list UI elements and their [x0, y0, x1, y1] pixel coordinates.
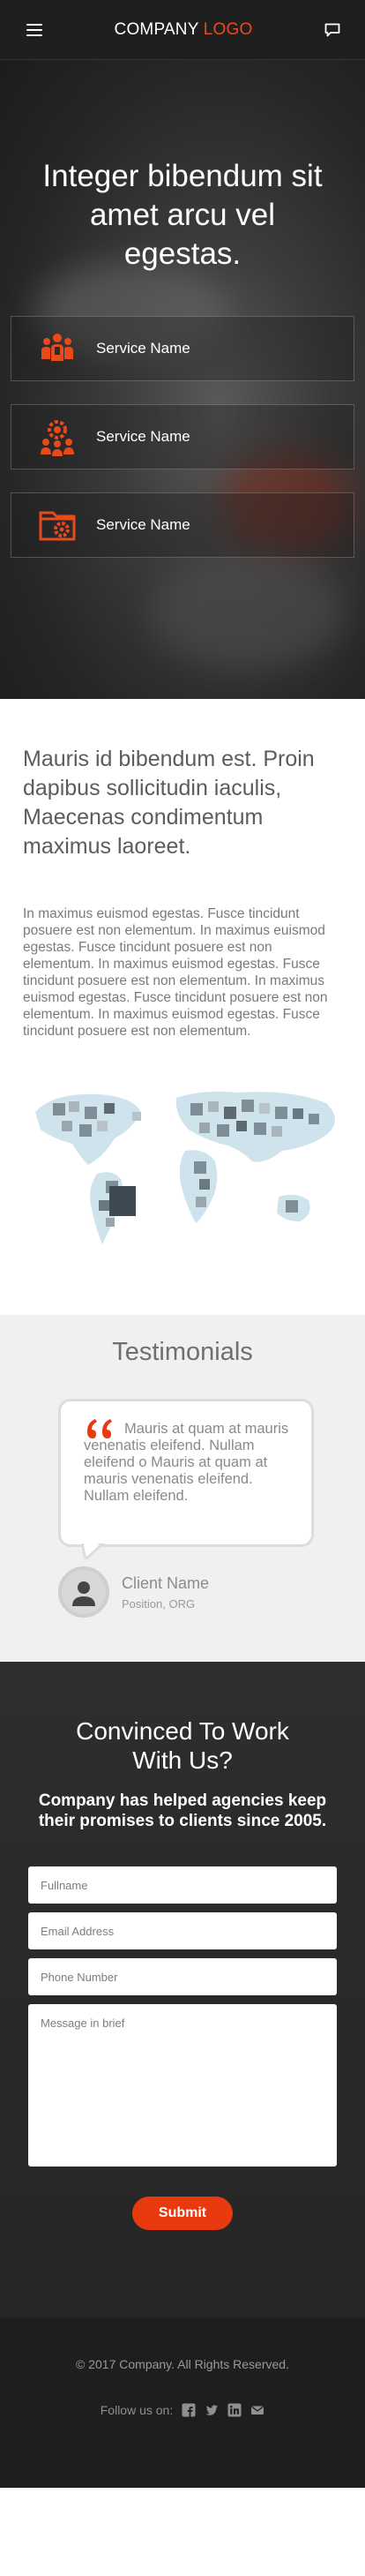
- testimonial-bubble: Mauris at quam at mauris venenatis eleif…: [58, 1399, 314, 1559]
- logo-main-text: COMPANY: [114, 19, 199, 39]
- world-map-image: [0, 1077, 365, 1262]
- logo-accent-text: LOGO: [203, 19, 253, 39]
- client-position: Position, ORG: [122, 1596, 196, 1611]
- contact-title: Convinced To Work With Us?: [76, 1717, 289, 1774]
- email-input[interactable]: [28, 1912, 337, 1949]
- phone-input[interactable]: [28, 1958, 337, 1995]
- fullname-input[interactable]: [28, 1866, 337, 1904]
- world-map-collage: [35, 1091, 335, 1244]
- intro-section: Mauris id bibendum est. Proin dapibus so…: [0, 699, 365, 1040]
- intro-heading: Mauris id bibendum est. Proin dapibus so…: [23, 747, 315, 859]
- testimonials-title: Testimonials: [112, 1338, 253, 1366]
- person-icon: [72, 1581, 95, 1606]
- bubble-tail: [82, 1543, 106, 1559]
- twitter-icon[interactable]: [205, 2403, 219, 2417]
- hero-title: Integer bibendum sit amet arcu vel egest…: [42, 159, 323, 271]
- service-card-1[interactable]: Service Name: [11, 316, 354, 381]
- message-input[interactable]: [28, 2004, 337, 2167]
- quote-icon: [87, 1419, 112, 1438]
- map-photo-highlight: [109, 1186, 136, 1216]
- intro-body: In maximus euismod egestas. Fusce tincid…: [23, 906, 328, 1039]
- site-footer: © 2017 Company. All Rights Reserved. Fol…: [0, 2318, 365, 2488]
- contact-form: Submit: [28, 1866, 337, 2230]
- company-logo[interactable]: COMPANY LOGO: [115, 20, 253, 40]
- team-icon: [41, 334, 73, 361]
- client-name: Client Name: [122, 1573, 210, 1592]
- service-name: Service Name: [96, 340, 190, 357]
- contact-section: Convinced To Work With Us? Company has h…: [0, 1662, 365, 2318]
- folder-gear-icon: [39, 511, 76, 541]
- avatar: [58, 1566, 109, 1618]
- site-header: COMPANY LOGO: [0, 0, 365, 60]
- hero-section: Integer bibendum sit amet arcu vel egest…: [0, 60, 365, 699]
- client-info: Client Name Position, ORG: [58, 1566, 365, 1618]
- email-icon[interactable]: [250, 2403, 264, 2417]
- facebook-icon[interactable]: [182, 2403, 196, 2417]
- submit-button[interactable]: Submit: [132, 2197, 233, 2230]
- testimonial-quote: Mauris at quam at mauris venenatis eleif…: [84, 1421, 289, 1504]
- copyright-text: © 2017 Company. All Rights Reserved.: [76, 2357, 289, 2371]
- gear-people-icon: [41, 420, 74, 456]
- hero-background-blur: [150, 554, 344, 669]
- chat-icon[interactable]: [324, 23, 340, 37]
- contact-lead: Company has helped agencies keep their p…: [38, 1791, 327, 1830]
- service-card-3[interactable]: Service Name: [11, 492, 354, 558]
- service-card-2[interactable]: Service Name: [11, 404, 354, 469]
- service-name: Service Name: [96, 516, 190, 533]
- service-name: Service Name: [96, 428, 190, 445]
- testimonials-section: Testimonials Mauris at quam at mauris ve…: [0, 1315, 365, 1662]
- linkedin-icon[interactable]: [227, 2403, 242, 2417]
- social-links: Follow us on:: [0, 2403, 365, 2417]
- follow-label: Follow us on:: [100, 2403, 174, 2417]
- service-list: Service Name Service Name Service Name: [0, 316, 365, 558]
- menu-icon[interactable]: [26, 23, 42, 36]
